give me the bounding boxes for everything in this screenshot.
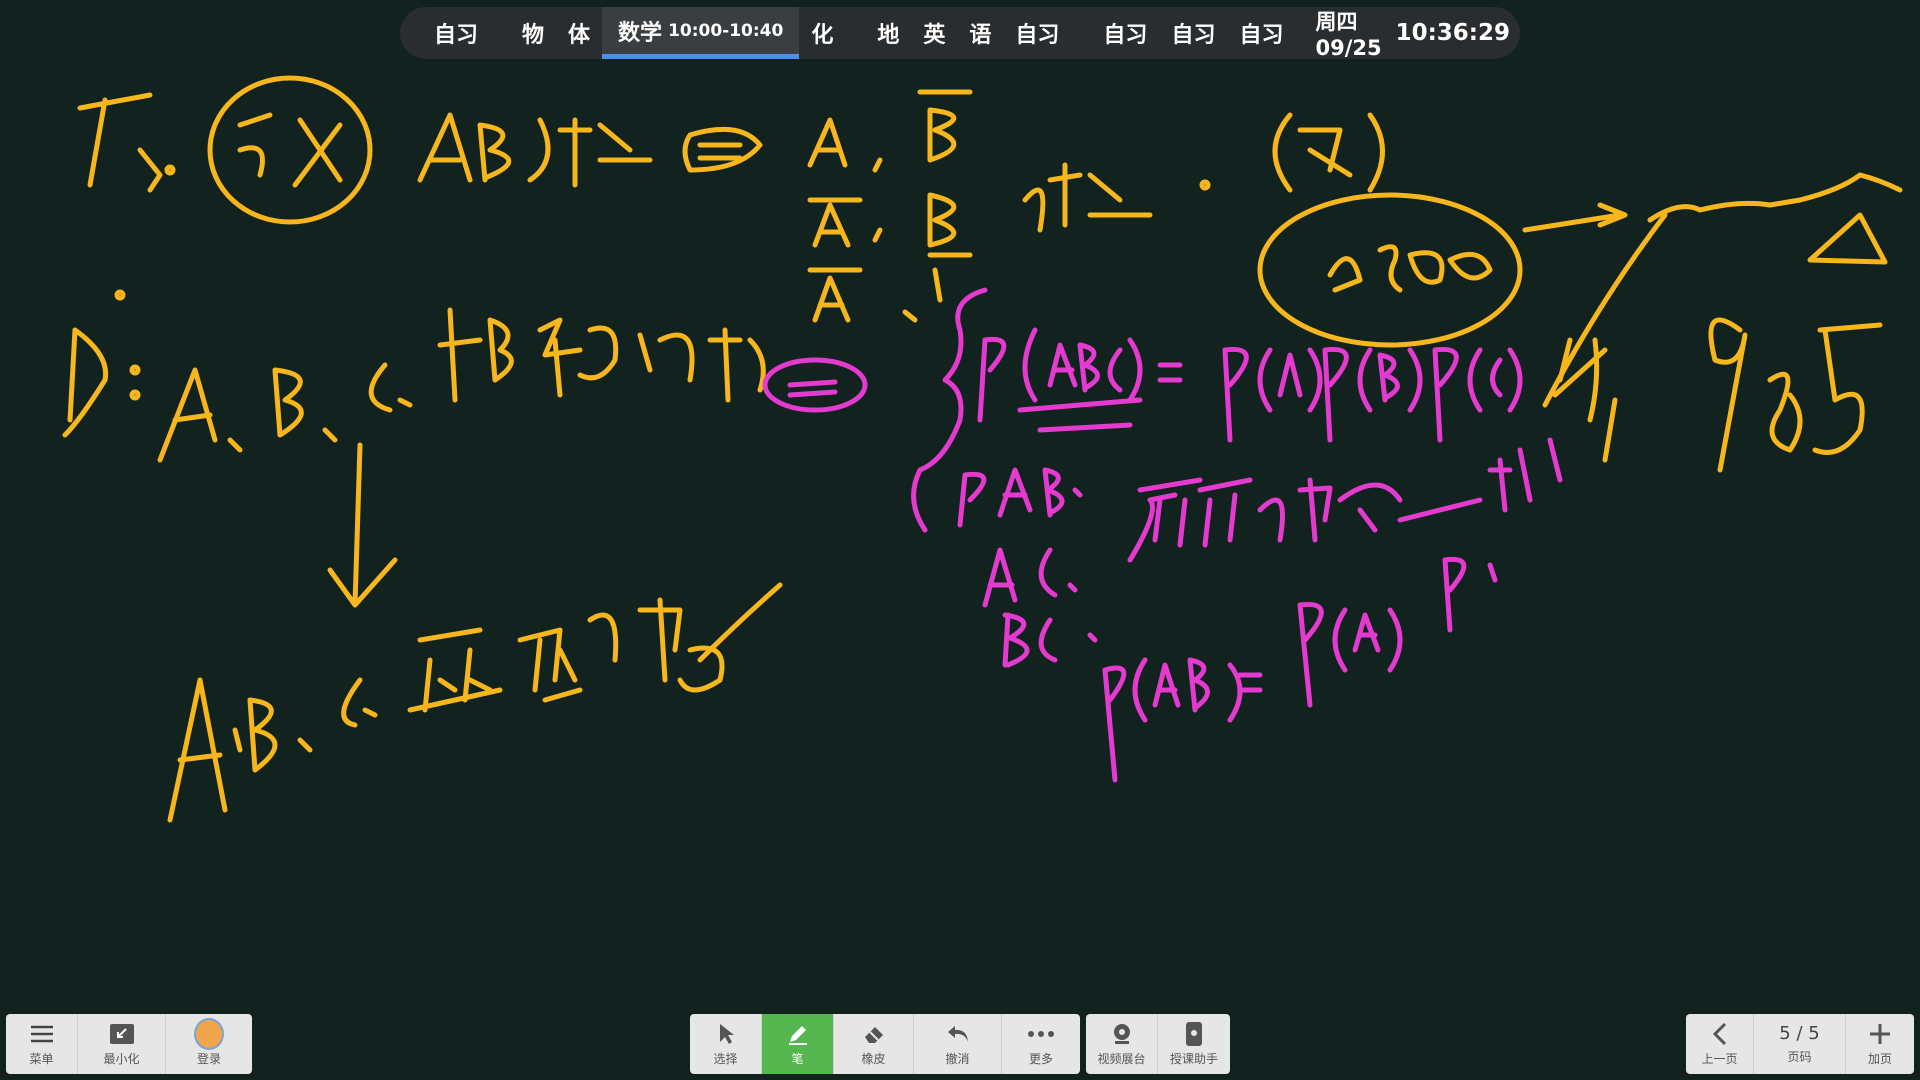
pen-tool-button[interactable]: 笔 [762,1014,834,1074]
minimize-button[interactable]: 最小化 [78,1014,166,1074]
plus-icon [1865,1022,1895,1046]
prev-page-label: 上一页 [1701,1051,1738,1066]
login-label: 登录 [196,1051,221,1066]
cursor-arrow-icon [711,1022,741,1046]
page-indicator[interactable]: 5 / 5 页码 [1754,1014,1846,1074]
video-booth-label: 视频展台 [1097,1051,1146,1066]
prev-page-button[interactable]: 上一页 [1686,1014,1754,1074]
menu-label: 菜单 [29,1051,54,1066]
teaching-assistant-label: 授课助手 [1169,1051,1218,1066]
select-tool-button[interactable]: 选择 [690,1014,762,1074]
page-label: 页码 [1787,1050,1812,1064]
teaching-assistant-button[interactable]: 授课助手 [1158,1014,1230,1074]
undo-button[interactable]: 撤消 [914,1014,1002,1074]
add-page-label: 加页 [1867,1051,1892,1066]
chevron-left-icon [1705,1022,1735,1046]
whiteboard-canvas[interactable] [0,0,1920,1010]
minimize-icon [107,1022,137,1046]
add-page-button[interactable]: 加页 [1846,1014,1914,1074]
toolbar-extra: 视频展台 授课助手 [1086,1014,1230,1074]
toolbar-page-nav: 上一页 5 / 5 页码 加页 [1686,1014,1914,1074]
more-dots-icon [1026,1022,1056,1046]
page-number: 5 / 5 [1779,1023,1820,1044]
hamburger-icon [27,1022,57,1046]
more-label: 更多 [1028,1051,1053,1066]
phone-icon [1179,1021,1209,1046]
menu-button[interactable]: 菜单 [6,1014,78,1074]
ink-magenta-strokes [762,287,1563,783]
more-button[interactable]: 更多 [1002,1014,1080,1074]
login-button[interactable]: 登录 [166,1014,252,1074]
video-booth-button[interactable]: 视频展台 [1086,1014,1158,1074]
eraser-icon [859,1022,889,1046]
avatar [194,1017,224,1050]
camera-icon [1107,1022,1137,1046]
pen-icon [783,1022,813,1046]
toolbar-drawing-tools: 选择 笔 橡皮 撤消 更多 [690,1014,1080,1074]
handwriting-layer [62,75,1903,823]
undo-icon [943,1022,973,1046]
select-label: 选择 [713,1051,738,1066]
toolbar-left: 菜单 最小化 登录 [6,1014,252,1074]
eraser-label: 橡皮 [861,1051,886,1066]
undo-label: 撤消 [945,1051,970,1066]
minimize-label: 最小化 [103,1051,140,1066]
ink-yellow-strokes [62,75,1903,823]
pen-label: 笔 [791,1051,804,1066]
eraser-tool-button[interactable]: 橡皮 [834,1014,914,1074]
